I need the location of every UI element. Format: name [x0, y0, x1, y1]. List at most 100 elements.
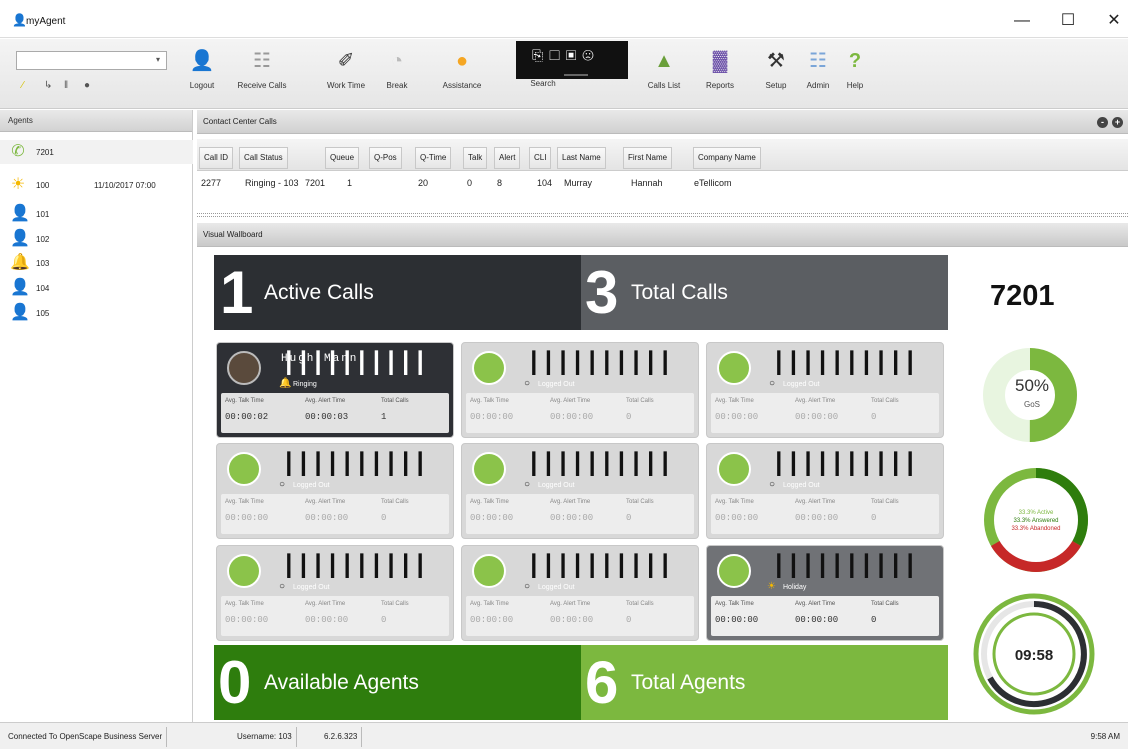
agent-stats: Avg. Talk Time Avg. Alert Time Total Calls…	[466, 393, 694, 433]
name-redaction: ||||||||||	[526, 448, 673, 478]
timer-gauge: 09:58	[973, 593, 1095, 715]
agent-card[interactable]: |||||||||| ○ Logged Out Avg. Talk Time Avg. …	[216, 545, 454, 641]
talk-time-label: Avg. Talk Time	[715, 499, 754, 505]
column-header[interactable]: First Name	[623, 147, 673, 169]
maximize-button[interactable]: ☐	[1048, 8, 1088, 34]
expand-icon[interactable]: +	[1112, 117, 1123, 128]
gos-gauge: 50% GoS	[983, 348, 1077, 442]
close-button[interactable]: ✕	[1094, 8, 1128, 34]
name-redaction: ||||||||||	[771, 347, 918, 377]
total-calls-label: Total Calls	[626, 499, 654, 505]
total-calls-label: Total Calls	[381, 398, 409, 404]
column-header[interactable]: CLI	[529, 147, 552, 169]
name-redaction: ||||||||||	[281, 448, 428, 478]
total-calls-value: 0	[381, 513, 387, 523]
transfer-icon[interactable]: ↳	[44, 80, 52, 91]
column-header[interactable]: Alert	[494, 147, 521, 169]
setup-button[interactable]: ⚒ Setup	[760, 47, 792, 90]
column-header[interactable]: Last Name	[557, 147, 606, 169]
minimize-button[interactable]: —	[1002, 8, 1042, 34]
avatar	[472, 351, 506, 385]
search-button[interactable]: Search	[510, 79, 576, 88]
name-redaction: ||||||||||	[281, 550, 428, 580]
pie-abandoned-label: 33.3% Abandoned	[1011, 526, 1060, 532]
username-status: Username: 103	[233, 727, 297, 747]
logged-out-icon: 👤	[10, 279, 30, 296]
total-calls-value: 0	[871, 615, 877, 625]
calls-list-icon: ▲	[654, 50, 674, 72]
total-calls-value: 1	[381, 412, 387, 422]
admin-icon: ☷	[809, 50, 827, 72]
column-header[interactable]: Call ID	[199, 147, 234, 169]
alert-time-value: 00:00:00	[795, 513, 839, 523]
logged-out-icon: ○	[524, 479, 531, 490]
agent-card[interactable]: |||||||||| ○ Logged Out Avg. Talk Time Avg. …	[216, 443, 454, 539]
agent-status: Logged Out	[538, 482, 575, 489]
agent-card[interactable]: |||||||||| Hugh Mann 🔔 Ringing Avg. Talk Tim…	[216, 342, 454, 438]
column-header[interactable]: Queue	[325, 147, 360, 169]
talk-time-value: 00:00:00	[225, 615, 269, 625]
help-icon: ?	[848, 50, 862, 72]
column-header[interactable]: Call Status	[239, 147, 288, 169]
agent-row[interactable]: 👤 101	[0, 202, 193, 226]
window-title: myAgent	[26, 16, 66, 27]
record-icon[interactable]: ●	[84, 80, 90, 91]
talk-time-value: 00:00:00	[470, 615, 514, 625]
alert-time-value: 00:00:00	[550, 513, 594, 523]
avatar	[227, 351, 261, 385]
agent-card[interactable]: |||||||||| ○ Logged Out Avg. Talk Time Avg. …	[461, 443, 699, 539]
alert-time-label: Avg. Alert Time	[550, 499, 591, 505]
agent-row[interactable]: ☀ 100 11/10/2017 07:00	[0, 173, 193, 197]
break-button[interactable]: ◔ Break	[378, 47, 416, 90]
alert-time-label: Avg. Alert Time	[550, 398, 591, 404]
agent-row[interactable]: ✆ 7201	[0, 140, 193, 164]
agent-row[interactable]: 👤 105	[0, 301, 193, 325]
ringing-bell-icon: 🔔	[279, 378, 292, 389]
assistance-button[interactable]: ● Assistance	[432, 47, 492, 90]
talk-time-label: Avg. Talk Time	[225, 398, 264, 404]
agent-stats: Avg. Talk Time Avg. Alert Time Total Calls…	[466, 596, 694, 636]
work-time-button[interactable]: ✐ Work Time	[318, 47, 374, 90]
column-header[interactable]: Company Name	[693, 147, 761, 169]
talk-time-label: Avg. Talk Time	[470, 398, 509, 404]
title-bar	[0, 0, 1128, 38]
help-button[interactable]: ? Help	[840, 47, 870, 90]
phone-icon: ✆	[11, 143, 25, 160]
admin-button[interactable]: ☷ Admin	[800, 47, 836, 90]
column-header[interactable]: Q-Pos	[369, 147, 402, 169]
hold-icon[interactable]: ‖	[64, 80, 68, 91]
alert-time-value: 00:00:00	[795, 412, 839, 422]
agent-card[interactable]: |||||||||| ○ Logged Out Avg. Talk Time Avg. …	[706, 443, 944, 539]
connection-status: Connected To OpenScape Business Server	[4, 727, 168, 747]
logged-out-icon: ○	[524, 581, 531, 592]
total-calls-value: 0	[626, 615, 632, 625]
agent-row[interactable]: 👤 104	[0, 276, 193, 300]
receive-calls-button[interactable]: ☷ Receive Calls	[226, 47, 298, 90]
pie-answered-label: 33.3% Answered	[1013, 518, 1058, 524]
talk-time-label: Avg. Talk Time	[715, 398, 754, 404]
collapse-icon[interactable]: -	[1097, 117, 1108, 128]
agent-card[interactable]: |||||||||| ☀ Holiday Avg. Talk Time Avg. Ale…	[706, 545, 944, 641]
column-header[interactable]: Q-Time	[415, 147, 452, 169]
available-agents-tile: 0 Available Agents	[214, 645, 581, 720]
agent-row[interactable]: 👤 102	[0, 227, 193, 251]
call-mix-pie: 33.3% Active 33.3% Answered 33.3% Abando…	[984, 468, 1088, 572]
agent-card[interactable]: |||||||||| ○ Logged Out Avg. Talk Time Avg. …	[706, 342, 944, 438]
splitter[interactable]	[197, 213, 1128, 217]
agent-card[interactable]: |||||||||| ○ Logged Out Avg. Talk Time Avg. …	[461, 545, 699, 641]
calls-list-button[interactable]: ▲ Calls List	[640, 47, 688, 90]
phone-number-combo[interactable]: ▾	[16, 51, 167, 70]
call-controls-popup[interactable]: ⎘☐▣☹	[516, 41, 628, 79]
total-calls-label: Total Calls	[626, 398, 654, 404]
timer-value: 09:58	[1015, 647, 1053, 664]
column-header[interactable]: Talk	[463, 147, 488, 169]
agent-card[interactable]: |||||||||| ○ Logged Out Avg. Talk Time Avg. …	[461, 342, 699, 438]
answer-call-icon[interactable]: ∕	[22, 80, 24, 91]
total-calls-value: 0	[626, 513, 632, 523]
search-label: Search	[530, 79, 556, 88]
alert-time-value: 00:00:00	[305, 615, 349, 625]
reports-button[interactable]: ▓ Reports	[698, 47, 742, 90]
agent-row[interactable]: 🔔 103	[0, 251, 193, 275]
logout-button[interactable]: 👤 Logout	[180, 47, 224, 90]
alert-time-label: Avg. Alert Time	[795, 398, 836, 404]
